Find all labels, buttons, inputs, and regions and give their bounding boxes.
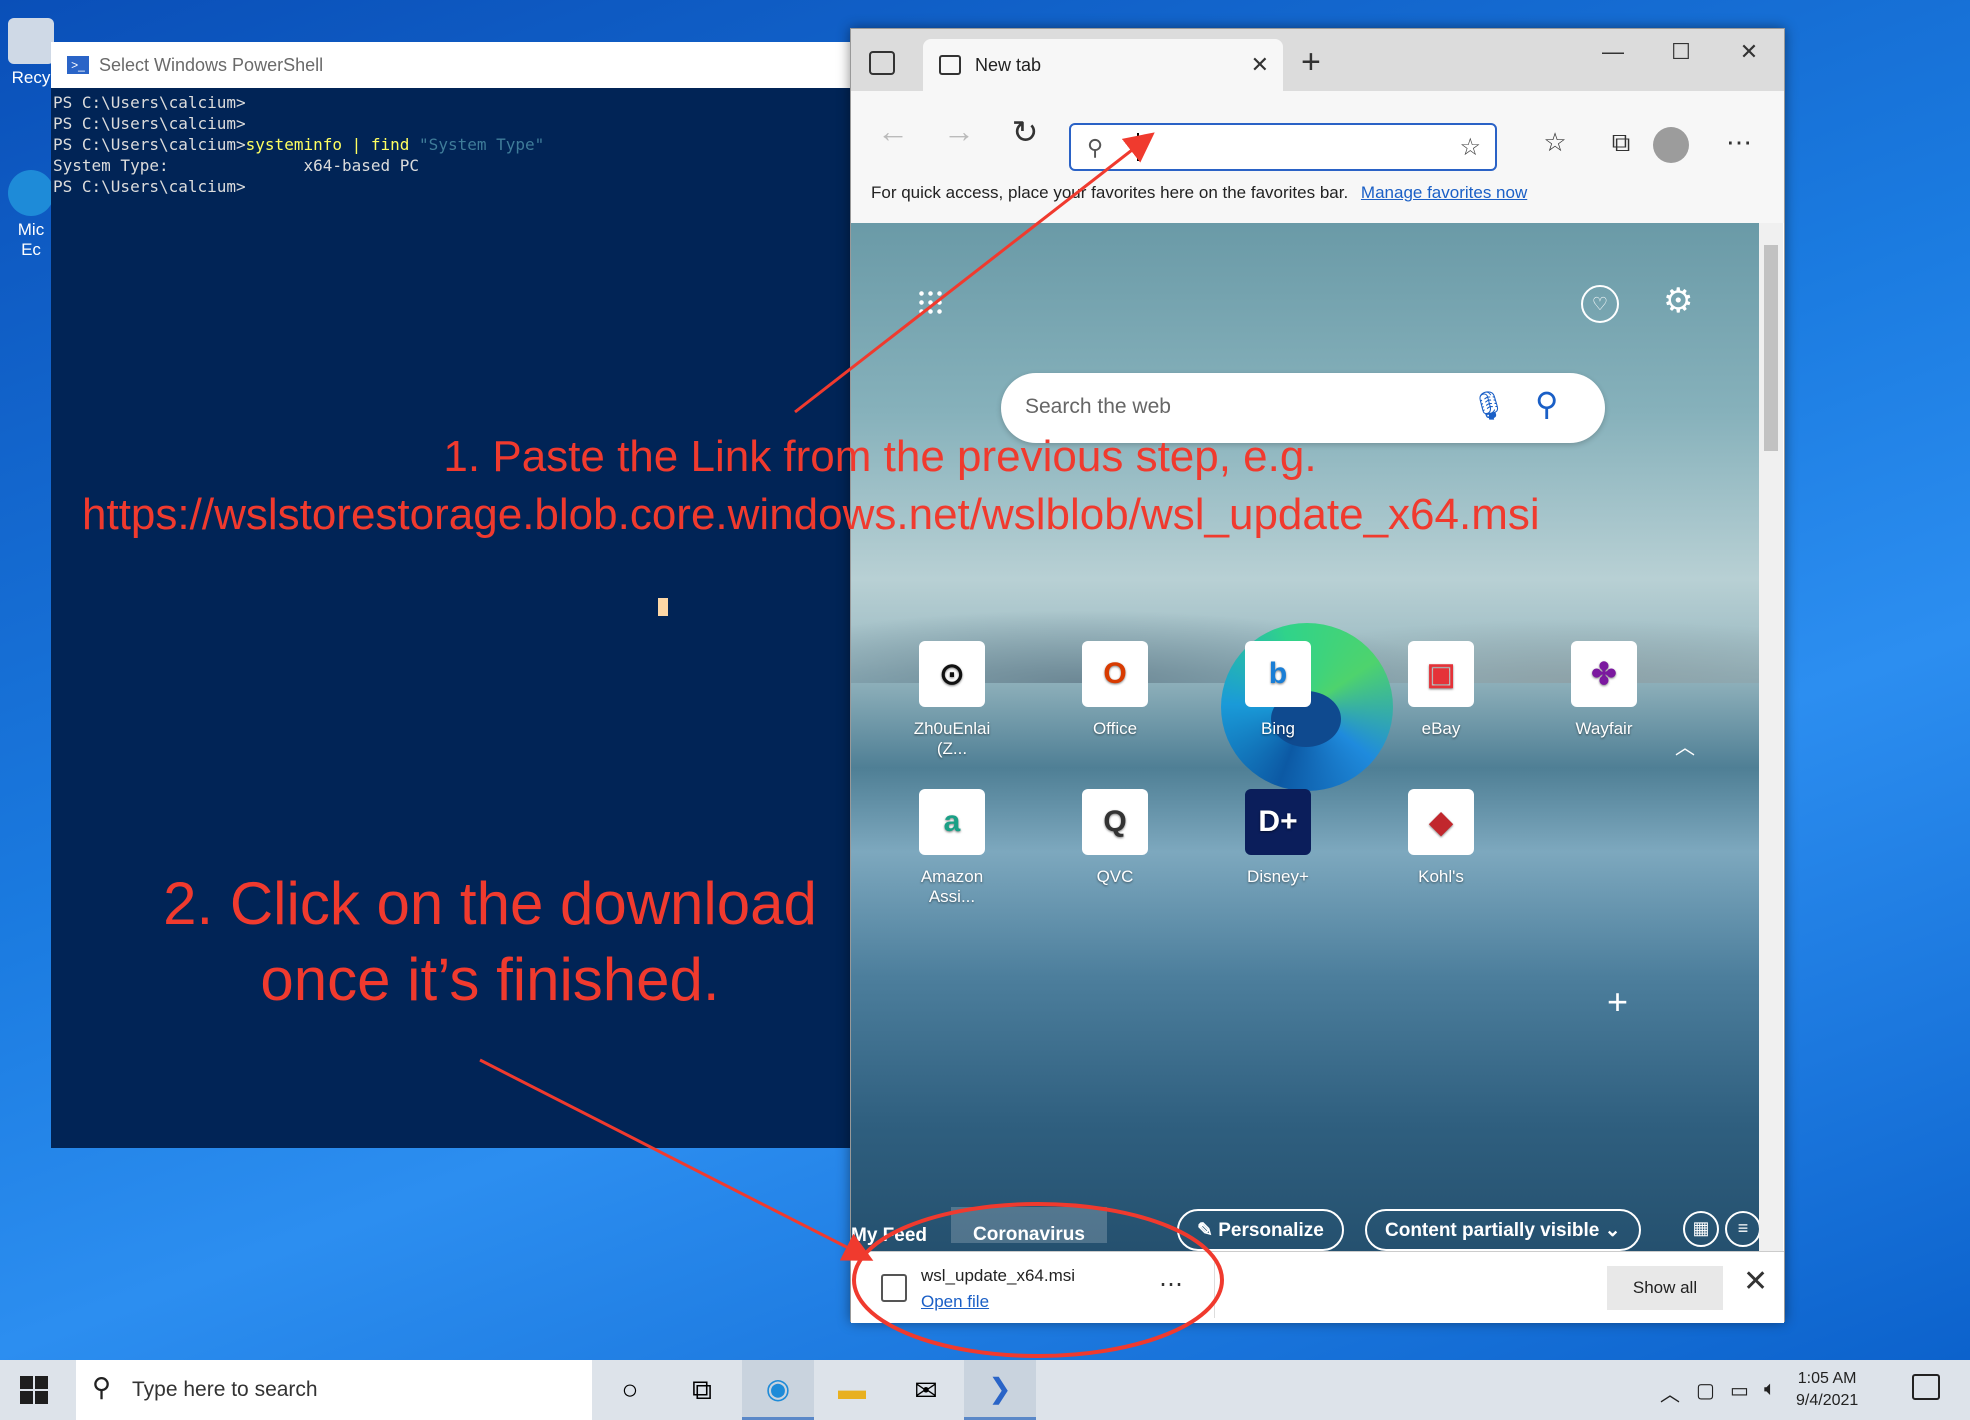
annotation-step1-url: https://wslstorestorage.blob.core.window… [82,490,1540,539]
annotation-step1-line1: 1. Paste the Link from the previous step… [443,432,1317,481]
annotation-arrow-address [794,132,1155,414]
annotation-step2-line1: 2. Click on the download [163,870,817,937]
annotation-overlay [479,132,1224,1358]
annotation-arrow-download [479,1058,874,1261]
annotation-step2-line2: once it’s finished. [260,946,720,1013]
annotation-step2: 2. Click on the download once it’s finis… [120,866,860,1018]
annotation-circle-download [852,1202,1224,1358]
